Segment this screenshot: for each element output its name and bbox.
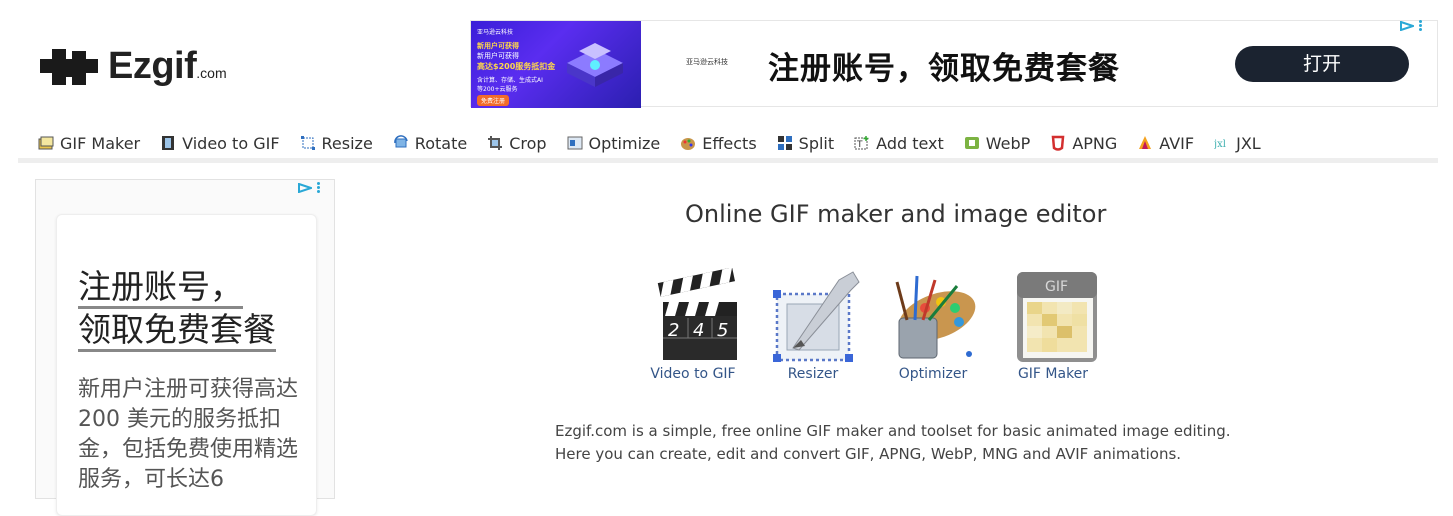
ad-thumbnail: 亚马逊云科技 新用户可获得 新用户可获得 高达$200服务抵扣金 含计算、存储、… [471,21,641,108]
ad-thumb-line: 等200+云服务 [477,86,518,93]
film-icon [160,135,176,151]
tool-label[interactable]: Optimizer [878,366,988,382]
nav-rotate[interactable]: Rotate [393,134,467,153]
side-ad-title-line2: 领取免费套餐 [78,310,276,352]
ad-brand-label: 亚马逊云科技 [686,58,728,66]
side-ad-title[interactable]: 注册账号， 领取免费套餐 [78,265,276,352]
clapperboard-icon: 2 4 5 [657,267,737,360]
nav-label: WebP [985,133,1031,153]
split-icon [777,135,793,151]
svg-text:jxl: jxl [1214,139,1226,150]
nav-divider [18,158,1438,163]
svg-text:4: 4 [693,320,704,341]
main-nav: GIF Maker Video to GIF Resize Rotate Cro… [38,130,1281,156]
ad-thumb-line: 新用户可获得 [477,52,519,60]
ad-thumb-line: 高达$200服务抵扣金 [477,62,556,71]
ad-thumb-line: 含计算、存储、生成式AI [477,77,543,84]
optimize-icon [567,135,583,151]
crop-icon [487,135,503,151]
add-text-icon: T [854,135,870,151]
side-ad-body: 新用户注册可获得高达 200 美元的服务抵扣金，包括免费使用精选服务，可长达6 [78,377,299,492]
paint-brushes-icon [895,275,976,359]
ad-open-button[interactable]: 打开 [1235,46,1409,82]
site-logo[interactable]: Ezgif.com [38,38,227,94]
svg-text:2: 2 [668,320,679,341]
tool-label[interactable]: Resizer [758,366,868,382]
nav-optimize[interactable]: Optimize [567,133,661,153]
tool-optimizer[interactable]: Optimizer [878,268,988,382]
side-ad-title-line1: 注册账号， [78,267,243,309]
nav-gif-maker[interactable]: GIF Maker [38,134,140,153]
rotate-icon [393,135,409,151]
site-description: Ezgif.com is a simple, free online GIF m… [555,420,1231,466]
side-ad-card: 注册账号， 领取免费套餐 新用户注册可获得高达 200 美元的服务抵扣金，包括免… [56,214,317,516]
nav-label: APNG [1072,133,1118,153]
ad-menu-icon[interactable] [317,182,320,193]
gif-file-icon: GIF [1017,272,1097,362]
svg-text:GIF: GIF [1045,279,1068,295]
palette-icon [680,135,696,151]
tool-label[interactable]: Video to GIF [638,366,748,382]
ad-thumb-brand: 亚马逊云科技 [477,29,514,36]
tool-gif-maker[interactable]: GIF GIF Maker [998,268,1108,382]
description-line: Ezgif.com is a simple, free online GIF m… [555,422,1231,440]
apng-icon [1050,135,1066,151]
resize-icon [300,135,316,151]
cloud-server-illustration-icon [567,43,623,87]
side-ad[interactable]: 注册账号， 领取免费套餐 新用户注册可获得高达 200 美元的服务抵扣金，包括免… [35,179,335,516]
resizer-icon [773,271,860,362]
nav-label: Split [798,133,835,153]
tool-video-to-gif[interactable]: 2 4 5 Video to GIF [638,267,748,382]
nav-label: Optimize [588,133,661,153]
logo-tld: .com [196,64,227,81]
adchoices-badge[interactable] [1400,20,1422,31]
nav-video-to-gif[interactable]: Video to GIF [160,133,280,153]
ad-thumb-cta: 免费注册 [477,95,510,106]
logo-name: Ezgif [108,44,197,87]
side-adchoices-badge[interactable] [298,182,320,193]
ezgif-logo-icon [40,49,98,85]
adchoices-icon [1400,20,1414,31]
nav-add-text[interactable]: T Add text [854,134,944,153]
nav-avif[interactable]: AVIF [1137,134,1194,153]
nav-label: Crop [509,133,547,153]
avif-icon [1137,135,1153,151]
nav-split[interactable]: Split [777,134,834,153]
ad-menu-icon[interactable] [1419,20,1422,31]
ad-headline: 注册账号，领取免费套餐 [768,51,1120,87]
top-banner-ad[interactable]: 亚马逊云科技 新用户可获得 新用户可获得 高达$200服务抵扣金 含计算、存储、… [470,20,1438,108]
page-title: Online GIF maker and image editor [685,200,1107,228]
nav-resize[interactable]: Resize [300,134,373,153]
gif-maker-icon [38,135,54,151]
nav-label: AVIF [1159,133,1195,153]
svg-text:5: 5 [717,320,728,341]
nav-crop[interactable]: Crop [487,133,547,153]
webp-icon [964,135,980,151]
nav-apng[interactable]: APNG [1050,134,1117,153]
tool-label[interactable]: GIF Maker [998,366,1108,382]
nav-label: Resize [321,133,373,153]
nav-label: Video to GIF [182,133,280,153]
nav-label: Rotate [414,133,468,153]
svg-text:T: T [856,140,863,150]
nav-effects[interactable]: Effects [680,133,757,153]
description-line: Here you can create, edit and convert GI… [555,445,1182,463]
tool-resizer[interactable]: Resizer [758,268,868,382]
jxl-icon: jxl [1213,135,1230,151]
nav-label: GIF Maker [60,133,141,153]
nav-label: JXL [1236,133,1261,153]
nav-label: Add text [876,133,944,153]
adchoices-icon [298,182,312,193]
nav-jxl[interactable]: jxl JXL [1213,133,1261,153]
nav-label: Effects [702,133,757,153]
nav-webp[interactable]: WebP [964,133,1031,153]
ad-thumb-line: 新用户可获得 [477,42,519,50]
